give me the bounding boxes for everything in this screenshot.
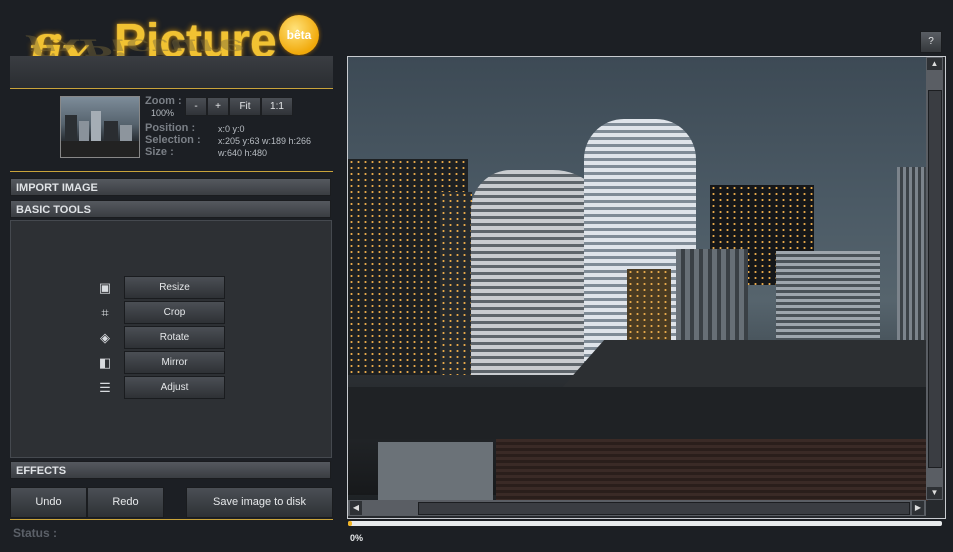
position-value: x:0 y:0: [218, 124, 245, 134]
zoom-label: Zoom :: [145, 95, 182, 107]
scroll-right-icon[interactable]: ▶: [912, 501, 924, 515]
redo-button[interactable]: Redo: [87, 487, 164, 518]
scroll-down-icon[interactable]: ▼: [927, 487, 942, 499]
beta-badge: bêta: [279, 15, 319, 55]
zoom-fit-button[interactable]: Fit: [229, 97, 261, 116]
help-button[interactable]: ?: [920, 31, 942, 53]
divider: [10, 519, 333, 520]
section-import-image[interactable]: IMPORT IMAGE: [10, 178, 331, 196]
undo-button[interactable]: Undo: [10, 487, 87, 518]
resize-button[interactable]: Resize: [124, 276, 225, 299]
divider: [10, 171, 333, 172]
save-image-button[interactable]: Save image to disk: [186, 487, 333, 518]
zoom-value: 100%: [151, 108, 175, 118]
progress-text: 0%: [350, 533, 364, 543]
section-basic-tools[interactable]: BASIC TOOLS: [10, 200, 331, 218]
photo-cityscape: [348, 57, 928, 501]
zoom-out-button[interactable]: -: [185, 97, 207, 116]
adjust-icon: ☰: [99, 380, 111, 395]
selection-label: Selection :: [145, 134, 201, 146]
adjust-button[interactable]: Adjust: [124, 376, 225, 399]
section-effects[interactable]: EFFECTS: [10, 461, 331, 479]
horizontal-scroll-thumb[interactable]: [418, 502, 910, 515]
size-label: Size :: [145, 146, 174, 158]
crop-button[interactable]: Crop: [124, 301, 225, 324]
selection-value: x:205 y:63 w:189 h:266: [218, 136, 312, 146]
zoom-in-button[interactable]: +: [207, 97, 229, 116]
crop-icon: ⌗: [101, 305, 109, 320]
mirror-button[interactable]: Mirror: [124, 351, 225, 374]
scroll-up-icon[interactable]: ▲: [927, 58, 942, 70]
divider: [10, 88, 333, 89]
image-thumbnail[interactable]: [60, 96, 140, 158]
logo-band: [10, 56, 333, 88]
image-canvas[interactable]: [347, 56, 946, 519]
size-value: w:640 h:480: [218, 148, 268, 158]
position-label: Position :: [145, 122, 196, 134]
zoom-actual-button[interactable]: 1:1: [261, 97, 293, 116]
rotate-button[interactable]: Rotate: [124, 326, 225, 349]
progress-fill: [348, 521, 352, 526]
mirror-icon: ◧: [98, 355, 112, 370]
vertical-scroll-thumb[interactable]: [928, 90, 942, 468]
scroll-left-icon[interactable]: ◀: [350, 501, 362, 515]
progress-bar: [348, 521, 942, 526]
rotate-icon: ◈: [100, 330, 110, 345]
status-label: Status :: [13, 526, 58, 540]
resize-icon: ▣: [98, 280, 112, 295]
